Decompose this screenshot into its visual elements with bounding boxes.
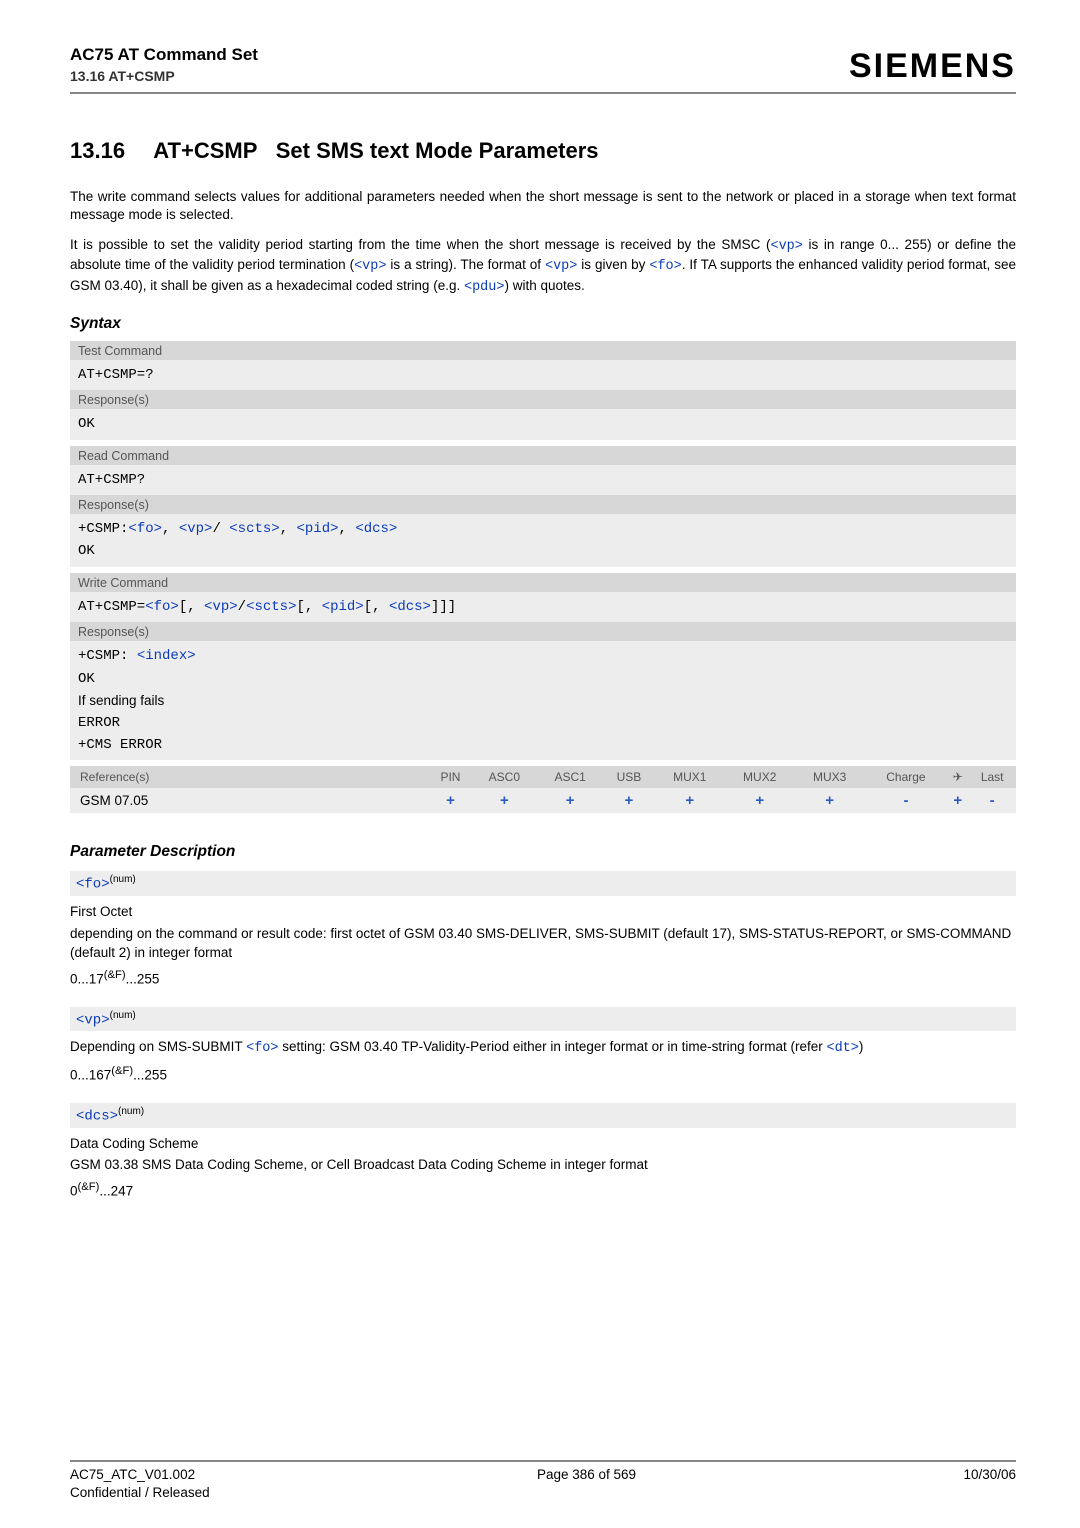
param-dcs-title: Data Coding Scheme xyxy=(70,1134,1016,1154)
section-cmd: AT+CSMP xyxy=(153,138,257,163)
ref-val: + xyxy=(500,792,509,809)
vp-token: <vp> xyxy=(354,259,386,274)
write-command-block: Write Command AT+CSMP=<fo>[, <vp>/<scts>… xyxy=(70,573,1016,761)
write-command-line: AT+CSMP=<fo>[, <vp>/<scts>[, <pid>[, <dc… xyxy=(78,596,1008,618)
read-command-label: Read Command xyxy=(70,446,1016,465)
param-fo-head: <fo>(num) xyxy=(70,871,1016,896)
write-response-error: ERROR xyxy=(78,712,1008,734)
footer-left-1: AC75_ATC_V01.002 xyxy=(70,1466,210,1484)
ref-val: - xyxy=(903,792,908,809)
param-vp-desc: Depending on SMS-SUBMIT <fo> setting: GS… xyxy=(70,1037,1016,1059)
param-desc-heading: Parameter Description xyxy=(70,843,1016,861)
doc-title: AC75 AT Command Set xyxy=(70,44,258,67)
write-response-fail-label: If sending fails xyxy=(78,690,1008,712)
vp-token: <vp> xyxy=(770,239,802,254)
airplane-icon: ✈ xyxy=(953,770,963,784)
fo-token: <fo> xyxy=(246,1041,278,1056)
write-response-index: +CSMP: <index> xyxy=(78,645,1008,667)
param-dcs-range: 0(&F)...247 xyxy=(70,1179,1016,1201)
pdu-token: <pdu> xyxy=(464,280,505,295)
write-response-label: Response(s) xyxy=(70,622,1016,641)
ref-col-usb: USB xyxy=(603,766,655,788)
doc-subtitle: 13.16 AT+CSMP xyxy=(70,67,258,86)
section-number: 13.16 xyxy=(70,138,148,164)
intro-paragraph-2: It is possible to set the validity perio… xyxy=(70,236,1016,297)
test-command-block: Test Command AT+CSMP=? Response(s) OK xyxy=(70,341,1016,440)
page-footer: AC75_ATC_V01.002 Confidential / Released… xyxy=(70,1460,1016,1502)
page-header: AC75 AT Command Set 13.16 AT+CSMP SIEMEN… xyxy=(70,44,1016,94)
test-command-label: Test Command xyxy=(70,341,1016,360)
section-heading: 13.16 AT+CSMP Set SMS text Mode Paramete… xyxy=(70,138,1016,164)
table-row: GSM 07.05 + + + + + + + - + - xyxy=(70,788,1016,813)
ref-head-label: Reference(s) xyxy=(70,766,429,788)
ref-col-pin: PIN xyxy=(429,766,471,788)
ref-val: + xyxy=(825,792,834,809)
param-fo-title: First Octet xyxy=(70,902,1016,922)
fo-token: <fo> xyxy=(649,259,681,274)
read-response-csmp: +CSMP:<fo>, <vp>/ <scts>, <pid>, <dcs> xyxy=(78,518,1008,540)
ref-row-label: GSM 07.05 xyxy=(70,788,429,813)
ref-col-last: Last xyxy=(968,766,1016,788)
param-vp: <vp>(num) Depending on SMS-SUBMIT <fo> s… xyxy=(70,1007,1016,1085)
param-fo: <fo>(num) First Octet depending on the c… xyxy=(70,871,1016,988)
ref-val: + xyxy=(685,792,694,809)
footer-left-2: Confidential / Released xyxy=(70,1484,210,1502)
read-command-block: Read Command AT+CSMP? Response(s) +CSMP:… xyxy=(70,446,1016,567)
brand-logo: SIEMENS xyxy=(849,47,1016,86)
ref-col-charge: Charge xyxy=(865,766,948,788)
ref-val: + xyxy=(566,792,575,809)
param-fo-desc: depending on the command or result code:… xyxy=(70,924,1016,963)
ref-col-asc0: ASC0 xyxy=(471,766,537,788)
test-response-label: Response(s) xyxy=(70,390,1016,409)
vp-token: <vp> xyxy=(545,259,577,274)
ref-col-mux3: MUX3 xyxy=(795,766,865,788)
ref-val: + xyxy=(446,792,455,809)
ref-col-asc1: ASC1 xyxy=(537,766,603,788)
ref-val: + xyxy=(625,792,634,809)
write-response-cms-error: +CMS ERROR xyxy=(78,734,1008,756)
param-dcs: <dcs>(num) Data Coding Scheme GSM 03.38 … xyxy=(70,1103,1016,1201)
footer-page: Page 386 of 569 xyxy=(537,1466,636,1502)
ref-col-mux1: MUX1 xyxy=(655,766,725,788)
read-response-label: Response(s) xyxy=(70,495,1016,514)
param-vp-head: <vp>(num) xyxy=(70,1007,1016,1032)
read-response-ok: OK xyxy=(78,540,1008,562)
dt-token: <dt> xyxy=(826,1041,858,1056)
write-response-ok: OK xyxy=(78,668,1008,690)
ref-col-mux2: MUX2 xyxy=(725,766,795,788)
ref-val: - xyxy=(990,792,995,809)
reference-table: Reference(s) PIN ASC0 ASC1 USB MUX1 MUX2… xyxy=(70,766,1016,813)
param-fo-range: 0...17(&F)...255 xyxy=(70,967,1016,989)
test-command-line: AT+CSMP=? xyxy=(78,364,1008,386)
ref-val: + xyxy=(953,792,962,809)
intro-paragraph-1: The write command selects values for add… xyxy=(70,188,1016,224)
param-dcs-head: <dcs>(num) xyxy=(70,1103,1016,1128)
param-vp-range: 0...167(&F)...255 xyxy=(70,1063,1016,1085)
write-command-label: Write Command xyxy=(70,573,1016,592)
param-dcs-desc: GSM 03.38 SMS Data Coding Scheme, or Cel… xyxy=(70,1155,1016,1175)
test-response-ok: OK xyxy=(78,413,1008,435)
ref-col-airplane: ✈ xyxy=(947,766,968,788)
syntax-heading: Syntax xyxy=(70,315,1016,333)
footer-date: 10/30/06 xyxy=(963,1466,1016,1502)
section-title-text: Set SMS text Mode Parameters xyxy=(276,138,599,163)
ref-val: + xyxy=(755,792,764,809)
read-command-line: AT+CSMP? xyxy=(78,469,1008,491)
